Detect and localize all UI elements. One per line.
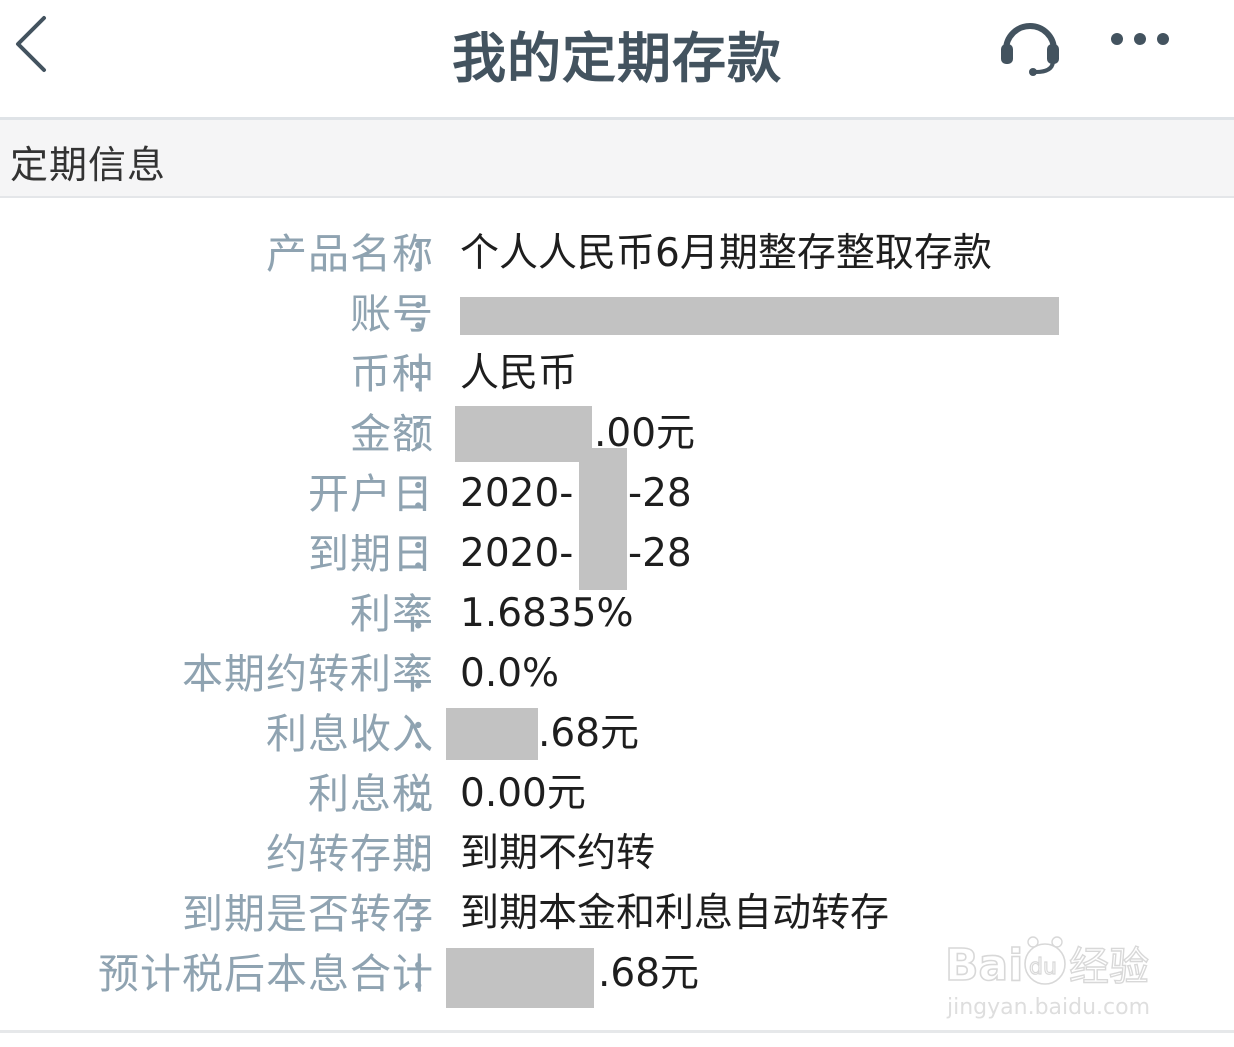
open-date-prefix: 2020-	[460, 471, 574, 516]
colon: ：	[408, 950, 449, 998]
top-bar: 我的定期存款	[0, 0, 1234, 117]
row-currency: 币种 ： 人民币	[0, 344, 1234, 404]
colon: ：	[408, 830, 449, 878]
interest-income-suffix: .68元	[538, 711, 640, 756]
colon: ：	[408, 290, 449, 338]
colon: ：	[408, 350, 449, 398]
svg-text:经验: 经验	[1069, 944, 1149, 990]
auto-rollover-label: 到期是否转存	[182, 890, 434, 938]
account-redaction	[460, 297, 1059, 335]
rollover-term-value: 到期不约转	[460, 831, 656, 876]
colon: ：	[408, 710, 449, 758]
row-open-date: 开户日 ： 2020- -28	[0, 448, 1234, 524]
svg-text:Bai: Bai	[945, 940, 1023, 991]
colon: ：	[408, 650, 449, 698]
colon: ：	[408, 530, 449, 578]
maturity-date-prefix: 2020-	[460, 531, 574, 576]
total-after-tax-label: 预计税后本息合计	[98, 950, 434, 998]
open-date-redaction	[579, 448, 627, 524]
rate-value: 1.6835%	[460, 591, 634, 636]
row-product-name: 产品名称 ： 个人人民币6月期整存整取存款	[0, 224, 1234, 284]
currency-value: 人民币	[460, 351, 578, 396]
deposit-details: 产品名称 ： 个人人民币6月期整存整取存款 账号 ： 币种 ： 人民币 金额 ：…	[0, 224, 1234, 1008]
colon: ：	[408, 890, 449, 938]
amount-redaction	[455, 406, 592, 462]
auto-rollover-value: 到期本金和利息自动转存	[460, 891, 890, 936]
colon: ：	[408, 770, 449, 818]
open-date-suffix: -28	[628, 471, 692, 516]
total-after-tax-redaction	[446, 948, 594, 1008]
total-after-tax-suffix: .68元	[598, 951, 700, 996]
row-interest-income: 利息收入 ： .68元	[0, 704, 1234, 764]
baidu-watermark-logo: Bai du 经验 jingyan.baidu.com	[945, 936, 1150, 1020]
row-maturity-date: 到期日 ： 2020- -28	[0, 524, 1234, 590]
more-button[interactable]	[1105, 24, 1175, 54]
section-title: 定期信息	[10, 143, 167, 187]
colon: ：	[408, 470, 449, 518]
product-name-value: 个人人民币6月期整存整取存款	[460, 231, 992, 276]
maturity-date-suffix: -28	[628, 531, 692, 576]
row-interest-tax: 利息税 ： 0.00元	[0, 764, 1234, 824]
svg-text:du: du	[1029, 955, 1057, 980]
interest-tax-value: 0.00元	[460, 771, 586, 816]
row-rate: 利率 ： 1.6835%	[0, 584, 1234, 644]
rollover-rate-label: 本期约转利率	[182, 650, 434, 698]
colon: ：	[408, 590, 449, 638]
maturity-date-redaction	[579, 524, 627, 590]
row-account: 账号 ：	[0, 284, 1234, 344]
customer-service-button[interactable]	[996, 12, 1064, 76]
row-rollover-rate: 本期约转利率 ： 0.0%	[0, 644, 1234, 704]
bottom-divider	[0, 1030, 1234, 1033]
interest-income-redaction	[446, 708, 538, 760]
colon: ：	[408, 410, 449, 458]
svg-text:jingyan.baidu.com: jingyan.baidu.com	[946, 995, 1150, 1020]
rollover-rate-value: 0.0%	[460, 651, 560, 696]
colon: ：	[408, 230, 449, 278]
more-dots-icon	[1111, 33, 1169, 45]
row-rollover-term: 约转存期 ： 到期不约转	[0, 824, 1234, 884]
section-header: 定期信息	[0, 120, 1234, 198]
headset-icon	[1001, 23, 1059, 76]
